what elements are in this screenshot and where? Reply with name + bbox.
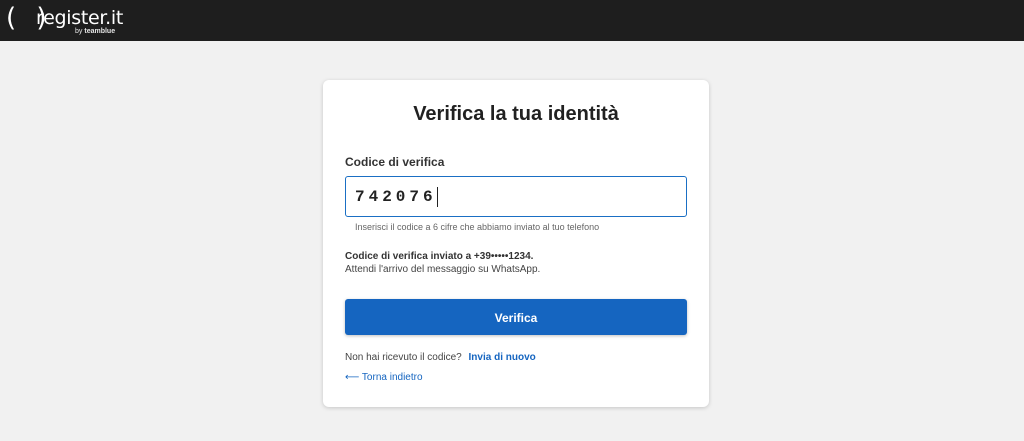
code-helper-text: Inserisci il codice a 6 cifre che abbiam… bbox=[355, 222, 600, 232]
verification-code-input[interactable]: 742076 bbox=[345, 176, 687, 217]
page-title: Verifica la tua identità bbox=[413, 103, 619, 125]
verify-button[interactable]: Verifica bbox=[345, 299, 687, 335]
top-bar: ( ) register.it by teamblue bbox=[0, 0, 1024, 41]
resend-code-link[interactable]: Invia di nuovo bbox=[469, 352, 536, 363]
logo-wordmark: register.it bbox=[36, 7, 123, 29]
resend-row: Non hai ricevuto il codice? Invia di nuo… bbox=[345, 352, 536, 364]
resend-prompt: Non hai ricevuto il codice? bbox=[345, 352, 462, 363]
logo-tagline-brand: teamblue bbox=[84, 28, 116, 35]
whatsapp-wait-message: Attendi l'arrivo del messaggio su WhatsA… bbox=[345, 264, 541, 275]
text-caret bbox=[436, 186, 438, 207]
logo-tagline-by: by bbox=[75, 28, 83, 35]
go-back-link[interactable]: ⟵ Torna indietro bbox=[345, 372, 423, 384]
verification-code-value: 742076 bbox=[355, 187, 437, 206]
logo-tagline: by teamblue bbox=[75, 28, 115, 36]
register-it-logo[interactable]: ( ) register.it by teamblue bbox=[6, 4, 136, 38]
code-sent-status: Codice di verifica inviato a +39•••••123… bbox=[345, 251, 534, 262]
verification-card: Verifica la tua identità Codice di verif… bbox=[323, 80, 709, 407]
verification-code-label: Codice di verifica bbox=[345, 155, 445, 169]
